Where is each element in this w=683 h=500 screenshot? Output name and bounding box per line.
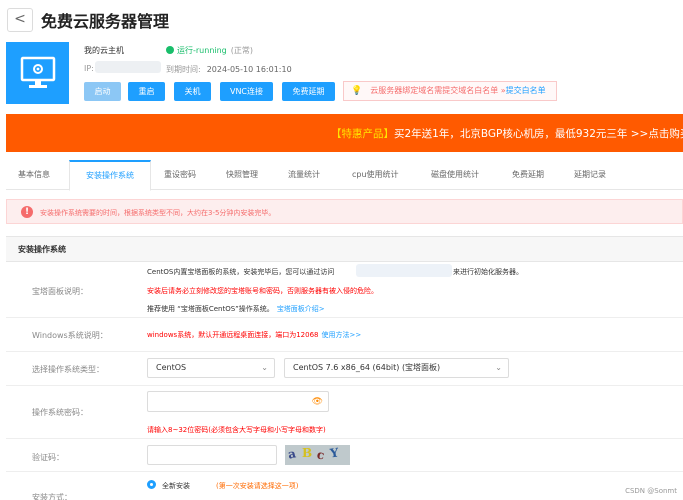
notice-text: 云服务器绑定域名需提交域名白名单 » [370, 86, 506, 95]
chevron-down-icon: ⌄ [261, 363, 268, 372]
captcha-label: 验证码： [32, 453, 64, 462]
baota-recommend-text: 推荐使用 “宝塔面板CentOS”操作系统。 [147, 305, 274, 313]
page-title: 免费云服务器管理 [41, 12, 170, 31]
captcha-char: a [286, 446, 298, 462]
baota-security-warning: 安装后请务必立刻修改您的宝塔账号和密码，否则服务器有被入侵的危险。 [147, 287, 378, 295]
warning-text: 安装操作系统需要的时间，根据系统类型不同，大约在3-5分钟内安装完毕。 [40, 209, 276, 217]
expire-time: 到期时间: 2024-05-10 16:01:10 [166, 64, 292, 75]
lightbulb-icon: 💡 [351, 86, 363, 96]
os-type-select[interactable]: CentOS ⌄ [147, 358, 275, 378]
expire-value: 2024-05-10 16:01:10 [206, 65, 292, 74]
baota-line1: CentOS内置宝塔面板的系统，安装完毕后，您可以通过访问 [147, 268, 335, 276]
chevron-down-icon: ⌄ [495, 363, 502, 372]
server-status: 运行-running (正常) [166, 45, 253, 56]
shutdown-button[interactable]: 关机 [174, 82, 211, 101]
fresh-install-option[interactable]: 全新安装 [162, 481, 190, 491]
captcha-char: c [315, 447, 326, 463]
panel-url-redacted [356, 264, 452, 277]
tab-renew-records[interactable]: 延期记录 [574, 160, 606, 190]
os-version-select[interactable]: CentOS 7.6 x86_64 (64bit) (宝塔面板) ⌄ [284, 358, 509, 378]
promo-tag: 【特惠产品】 [331, 128, 394, 140]
windows-label: Windows系统说明： [32, 331, 108, 340]
install-mode-label: 安装方式： [32, 493, 72, 500]
restart-button[interactable]: 重启 [128, 82, 165, 101]
password-label: 操作系统密码： [32, 408, 88, 417]
submit-whitelist-link[interactable]: 提交白名单 [506, 86, 546, 95]
windows-note: windows系统，默认开通远程桌面连接，端口为12068 使用方法>> [147, 330, 361, 340]
captcha-image[interactable]: a B c Y [285, 445, 350, 465]
domain-whitelist-notice: 💡 云服务器绑定域名需提交域名白名单 »提交白名单 [343, 81, 557, 101]
status-note: (正常) [230, 46, 254, 55]
eye-icon[interactable]: 👁 [312, 397, 323, 407]
alert-icon: ! [21, 206, 33, 218]
password-hint: 请输入8~32位密码(必须包含大写字母和小写字母和数字) [147, 426, 326, 434]
captcha-char: Y [329, 445, 340, 461]
promo-banner[interactable]: 【特惠产品】买2年送1年，北京BGP核心机房，最低932元三年 >>点击购买 [6, 114, 683, 152]
tab-free-renew[interactable]: 免费延期 [512, 160, 544, 190]
tab-basic-info[interactable]: 基本信息 [18, 160, 50, 190]
renew-button[interactable]: 免费延期 [282, 82, 335, 101]
promo-text[interactable]: 【特惠产品】买2年送1年，北京BGP核心机房，最低932元三年 >>点击购买 [331, 126, 683, 141]
promo-message: 买2年送1年，北京BGP核心机房，最低932元三年 >>点击购买 [394, 128, 683, 140]
baota-label: 宝塔面板说明： [32, 287, 88, 296]
os-version-value: CentOS 7.6 x86_64 (64bit) (宝塔面板) [293, 363, 441, 372]
tab-cpu-stats[interactable]: cpu使用统计 [352, 160, 399, 190]
os-type-value: CentOS [156, 363, 187, 372]
baota-line1-end: 来进行初始化服务器。 [453, 268, 523, 276]
server-name: 我的云主机 [84, 46, 124, 55]
tab-disk-stats[interactable]: 磁盘使用统计 [431, 160, 479, 190]
tab-reset-password[interactable]: 重设密码 [164, 160, 196, 190]
windows-note-text: windows系统，默认开通远程桌面连接，端口为12068 [147, 331, 319, 339]
back-button[interactable]: < [7, 8, 33, 32]
captcha-input[interactable] [147, 445, 277, 465]
watermark: CSDN @Sonmt [625, 487, 677, 495]
expire-label: 到期时间: [166, 65, 201, 74]
section-title: 安装操作系统 [6, 236, 683, 262]
captcha-char: B [302, 446, 313, 460]
os-type-label: 选择操作系统类型： [32, 365, 104, 374]
vnc-button[interactable]: VNC连接 [220, 82, 273, 101]
start-button[interactable]: 启动 [84, 82, 121, 101]
baota-recommend: 推荐使用 “宝塔面板CentOS”操作系统。 宝塔面板介绍> [147, 304, 325, 314]
ip-value-redacted [95, 61, 161, 73]
password-row: 操作系统密码： [6, 386, 683, 439]
server-monitor-icon [20, 56, 56, 88]
fresh-install-note: (第一次安装请选择这一项) [216, 482, 299, 490]
status-dot-icon [166, 46, 174, 54]
password-input[interactable]: 👁 [147, 391, 329, 412]
tab-snapshots[interactable]: 快照管理 [226, 160, 258, 190]
server-logo [6, 42, 69, 104]
windows-howto-link[interactable]: 使用方法>> [321, 331, 361, 339]
tab-bar: 基本信息 安装操作系统 重设密码 快照管理 流量统计 cpu使用统计 磁盘使用统… [6, 160, 683, 191]
baota-intro-link[interactable]: 宝塔面板介绍> [277, 305, 325, 313]
ip-label: IP: [84, 64, 94, 73]
page: < 免费云服务器管理 我的云主机 运行-running (正常) IP: 到期时间… [0, 0, 683, 500]
fresh-install-radio[interactable] [147, 480, 156, 489]
install-warning: ! 安装操作系统需要的时间，根据系统类型不同，大约在3-5分钟内安装完毕。 [6, 199, 683, 224]
tab-traffic-stats[interactable]: 流量统计 [288, 160, 320, 190]
tab-install-os[interactable]: 安装操作系统 [69, 160, 151, 191]
page-header: < 免费云服务器管理 [0, 0, 683, 38]
status-text: 运行-running [177, 46, 227, 55]
